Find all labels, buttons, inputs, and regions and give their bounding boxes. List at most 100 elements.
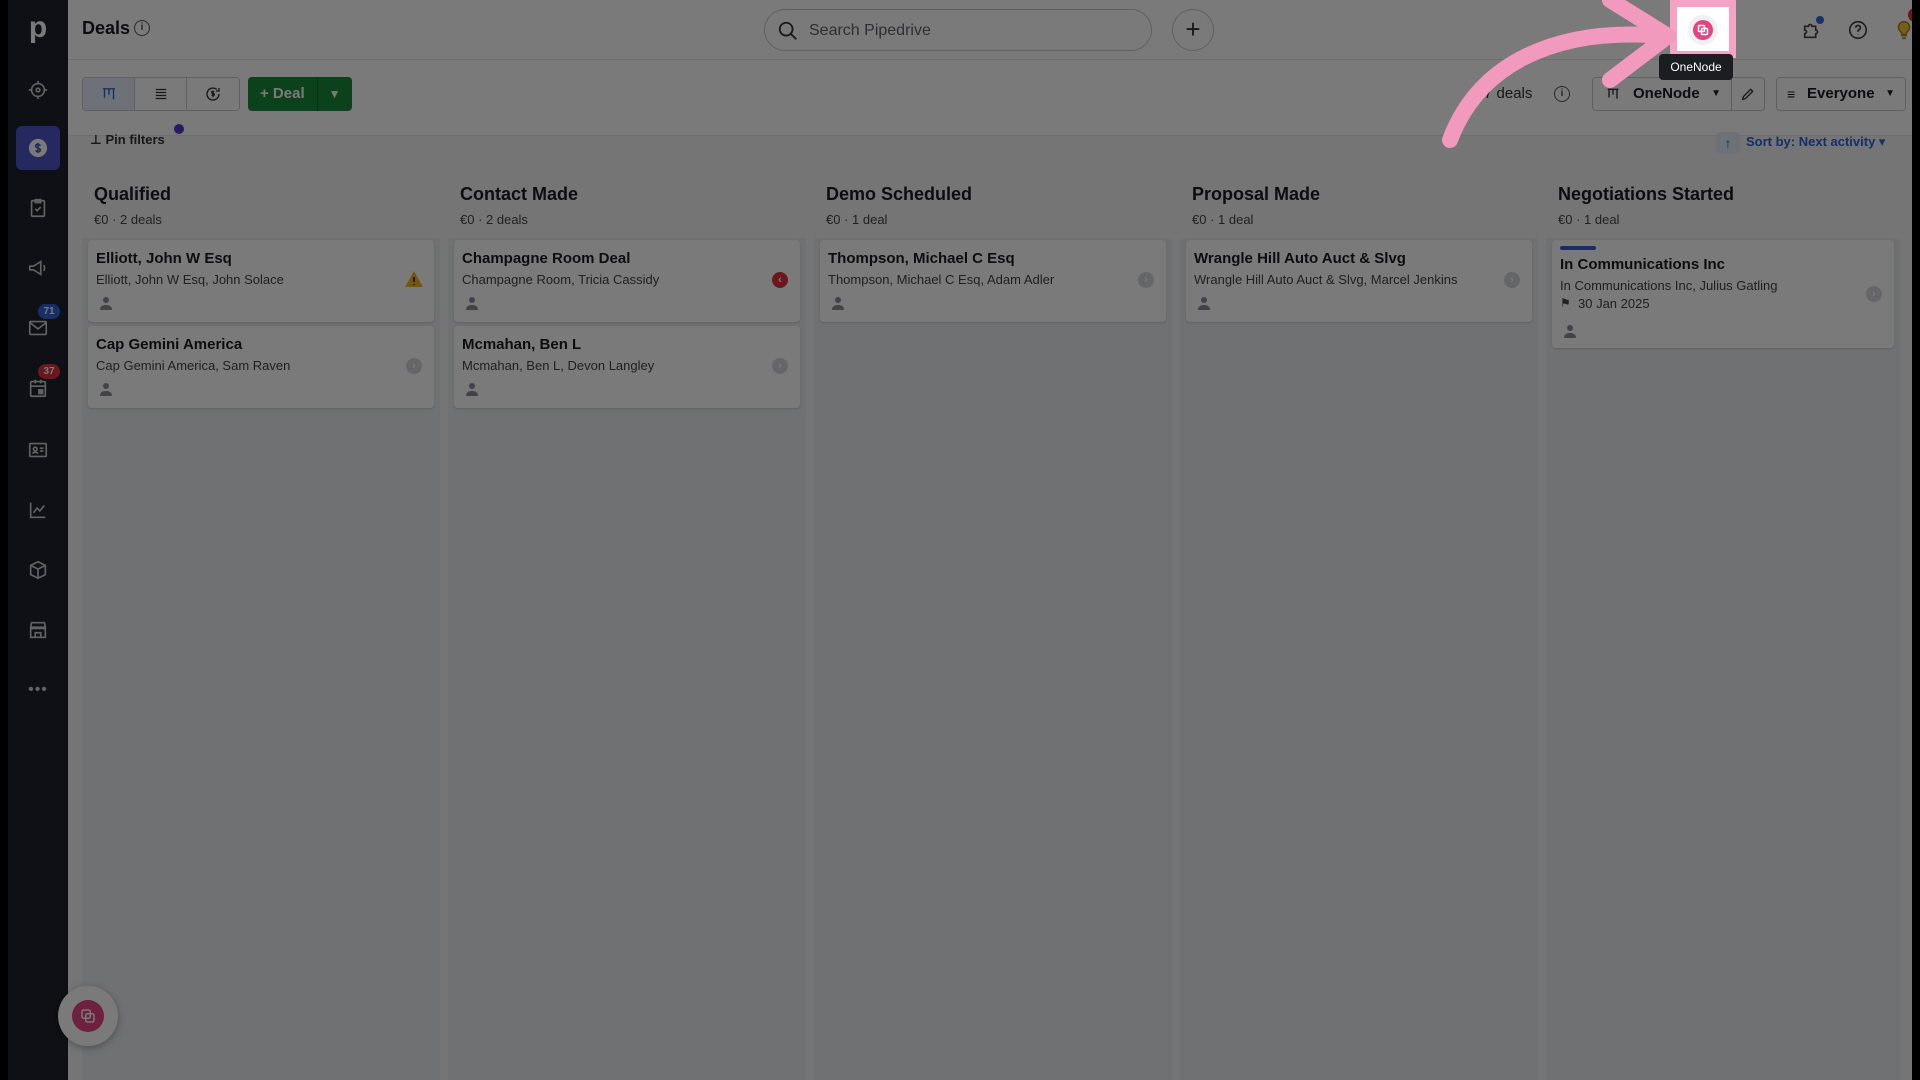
top-bar: Deals i Search Pipedrive + — [68, 0, 1912, 60]
stage-header: Contact Made €0 · 2 deals — [448, 174, 806, 238]
pin-filters-link[interactable]: ⊥ Pin filters — [90, 132, 165, 148]
sidebar: p 71 37 ••• — [8, 0, 68, 1080]
person-icon — [100, 296, 112, 310]
onenode-icon-button[interactable] — [1688, 15, 1718, 45]
onenode-logo-icon — [72, 1000, 104, 1032]
pipedrive-app: p 71 37 ••• Deals i Search Pipedrive + +… — [8, 0, 1912, 1080]
pipeline-view-button[interactable] — [83, 78, 135, 110]
chevron-down-icon[interactable]: ▼ — [318, 77, 352, 111]
deal-subtitle: Wrangle Hill Auto Auct & Slvg, Marcel Je… — [1194, 272, 1458, 287]
stage-summary: €0 · 1 deal — [1558, 212, 1620, 227]
stage-summary: €0 · 2 deals — [94, 212, 162, 227]
deal-title[interactable]: Champagne Room Deal — [462, 250, 630, 267]
megaphone-icon — [28, 260, 46, 276]
deal-card[interactable]: In Communications Inc In Communications … — [1552, 240, 1894, 348]
deal-subtitle: Champagne Room, Tricia Cassidy — [462, 272, 660, 287]
deal-card[interactable]: Wrangle Hill Auto Auct & Slvg Wrangle Hi… — [1186, 240, 1532, 322]
pin-filters-label: Pin filters — [105, 132, 165, 147]
deal-title[interactable]: Mcmahan, Ben L — [462, 336, 581, 353]
deal-title[interactable]: Thompson, Michael C Esq — [828, 250, 1015, 267]
add-deal-label[interactable]: + Deal — [248, 77, 318, 111]
deal-title[interactable]: Wrangle Hill Auto Auct & Slvg — [1194, 250, 1406, 267]
activity-status-icon[interactable]: › — [406, 358, 422, 374]
stage-summary: €0 · 1 deal — [826, 212, 888, 227]
onenode-extension-button[interactable] — [1744, 14, 1776, 46]
person-icon — [466, 296, 478, 310]
sidebar-item-leads[interactable] — [16, 68, 60, 112]
notifications-button[interactable]: 1+ — [1888, 8, 1912, 46]
kanban-icon — [102, 88, 115, 100]
deal-card[interactable]: Thompson, Michael C Esq Thompson, Michae… — [820, 240, 1166, 322]
stage-name: Negotiations Started — [1558, 184, 1735, 204]
onenode-extension-highlight[interactable] — [1670, 0, 1736, 58]
owner-filter-button[interactable]: ≡ Everyone ▼ — [1776, 77, 1906, 111]
edit-pipeline-button[interactable] — [1731, 77, 1765, 111]
mail-icon — [28, 320, 48, 336]
deal-count: 7 deals — [1484, 85, 1533, 102]
deal-subtitle: Elliott, John W Esq, John Solace — [96, 272, 284, 287]
warning-icon[interactable] — [404, 270, 424, 288]
deal-card[interactable]: Elliott, John W Esq Elliott, John W Esq,… — [88, 240, 434, 322]
sidebar-item-deals[interactable] — [16, 126, 60, 170]
sidebar-item-campaigns[interactable] — [16, 246, 60, 290]
quick-add-button[interactable]: + — [1172, 9, 1214, 51]
notification-dot — [1816, 16, 1824, 24]
contact-card-icon — [28, 442, 48, 458]
target-icon — [28, 80, 48, 100]
sidebar-item-marketplace[interactable] — [16, 608, 60, 652]
search-placeholder: Search Pipedrive — [809, 22, 931, 39]
activity-status-icon[interactable]: › — [1504, 272, 1520, 288]
stage-column: Contact Made €0 · 2 deals Champagne Room… — [448, 174, 806, 1080]
sidebar-item-mail[interactable]: 71 — [16, 304, 60, 350]
owner-filter-label: Everyone — [1807, 85, 1875, 102]
stage-column: Qualified €0 · 2 deals Elliott, John W E… — [82, 174, 440, 1080]
pipeline-name: OneNode — [1633, 85, 1700, 102]
list-view-button[interactable] — [135, 78, 187, 110]
add-deal-button[interactable]: + Deal ▼ — [248, 77, 352, 111]
sidebar-item-calendar[interactable]: 37 — [16, 364, 60, 410]
sidebar-item-more[interactable]: ••• — [16, 668, 60, 712]
pencil-icon — [1741, 88, 1754, 101]
deal-color-bar — [1560, 246, 1596, 250]
sidebar-item-products[interactable] — [16, 548, 60, 592]
help-button[interactable] — [1842, 14, 1874, 46]
sidebar-item-insights[interactable] — [16, 488, 60, 532]
view-switcher — [82, 77, 240, 111]
more-icon: ••• — [28, 681, 48, 698]
stage-header: Negotiations Started €0 · 1 deal — [1546, 174, 1900, 238]
stage-header: Demo Scheduled €0 · 1 deal — [814, 174, 1172, 238]
forecast-view-button[interactable] — [187, 78, 239, 110]
person-icon — [1198, 296, 1210, 310]
screen-frame: p 71 37 ••• Deals i Search Pipedrive + +… — [0, 0, 1920, 1080]
activity-status-icon[interactable]: › — [772, 358, 788, 374]
calendar-badge: 37 — [38, 364, 60, 379]
extensions-button[interactable] — [1796, 14, 1828, 46]
pipedrive-logo[interactable]: p — [22, 10, 54, 46]
info-icon[interactable]: i — [134, 20, 150, 36]
info-icon[interactable]: i — [1554, 86, 1570, 102]
pipeline-selector[interactable]: OneNode ▼ — [1592, 77, 1732, 111]
deal-date: 30 Jan 2025 — [1578, 296, 1650, 311]
sidebar-item-activities[interactable] — [16, 186, 60, 230]
person-icon — [466, 382, 478, 396]
onenode-floating-button[interactable] — [58, 986, 118, 1046]
deal-card[interactable]: Mcmahan, Ben L Mcmahan, Ben L, Devon Lan… — [454, 326, 800, 408]
stage-column: Negotiations Started €0 · 1 deal In Comm… — [1546, 174, 1900, 1080]
deal-card[interactable]: Cap Gemini America Cap Gemini America, S… — [88, 326, 434, 408]
stage-name: Demo Scheduled — [826, 184, 973, 204]
activity-status-icon[interactable]: › — [1866, 286, 1882, 302]
sort-by-dropdown[interactable]: Sort by: Next activity ▾ — [1746, 134, 1885, 150]
deal-title[interactable]: Cap Gemini America — [96, 336, 242, 353]
forecast-icon — [206, 87, 220, 101]
stage-column: Proposal Made €0 · 1 deal Wrangle Hill A… — [1180, 174, 1538, 1080]
onenode-logo-icon — [1693, 20, 1713, 40]
deal-card[interactable]: Champagne Room Deal Champagne Room, Tric… — [454, 240, 800, 322]
deal-title[interactable]: Elliott, John W Esq — [96, 250, 232, 267]
overdue-activity-icon[interactable]: ‹ — [772, 272, 788, 288]
sort-direction-button[interactable]: ↑ — [1716, 132, 1740, 154]
deal-title[interactable]: In Communications Inc — [1560, 256, 1725, 273]
search-input[interactable]: Search Pipedrive — [764, 9, 1152, 51]
sidebar-item-contacts[interactable] — [16, 428, 60, 472]
activity-status-icon[interactable]: › — [1138, 272, 1154, 288]
stage-header: Qualified €0 · 2 deals — [82, 174, 440, 238]
